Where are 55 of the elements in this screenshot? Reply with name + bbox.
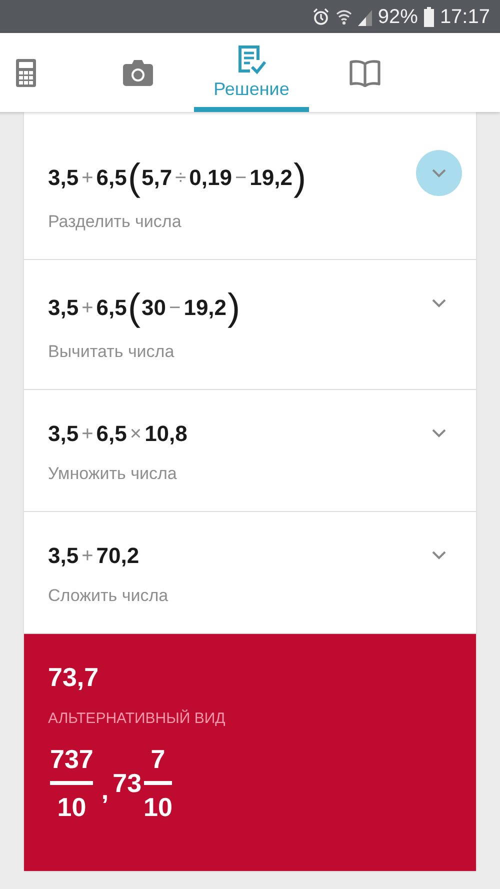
denominator: 10 — [144, 791, 172, 824]
number: 10,8 — [144, 421, 188, 447]
fraction-bar — [50, 781, 94, 785]
chevron-down-icon — [432, 428, 446, 438]
number: 30 — [142, 295, 166, 321]
math-operator: − — [169, 296, 181, 320]
math-operator: ÷ — [175, 166, 186, 190]
battery-percentage: 92% — [378, 6, 418, 28]
number: 3,5 — [48, 165, 79, 191]
parenthesis: ( — [128, 158, 141, 198]
chevron-down-icon — [432, 550, 446, 560]
step-description: Умножить числа — [48, 464, 178, 484]
math-operator: + — [82, 296, 94, 320]
number: 6,5 — [96, 421, 127, 447]
math-operator: − — [234, 166, 247, 190]
numerator: 7 — [150, 743, 166, 776]
number: 6,5 — [96, 295, 127, 321]
separator: , — [101, 774, 109, 806]
clock-time: 17:17 — [440, 6, 490, 28]
signal-icon — [358, 8, 372, 26]
parenthesis: ( — [128, 288, 141, 328]
calculator-icon — [16, 58, 36, 86]
alarm-icon — [312, 8, 330, 26]
number: 5,7 — [142, 165, 172, 191]
math-operator: + — [82, 422, 94, 446]
battery-icon — [424, 6, 434, 26]
wifi-icon — [336, 8, 352, 26]
number: 3,5 — [48, 421, 79, 447]
number: 6,5 — [96, 165, 127, 191]
book-icon — [349, 58, 381, 86]
math-operator: + — [82, 166, 94, 190]
camera-icon — [123, 60, 153, 86]
checklist-icon — [238, 45, 266, 75]
step-description: Сложить числа — [48, 586, 168, 606]
chevron-down-icon — [432, 298, 446, 308]
numerator: 737 — [50, 743, 94, 776]
math-operator: + — [82, 544, 94, 568]
fraction-bar — [144, 781, 172, 785]
number: 70,2 — [96, 543, 140, 569]
parenthesis: ) — [228, 288, 240, 328]
chevron-down-icon — [432, 168, 446, 178]
math-operator: × — [130, 422, 142, 446]
expand-button[interactable] — [416, 150, 462, 196]
number: 19,2 — [184, 295, 227, 321]
number: 3,5 — [48, 543, 79, 569]
section-label: АЛЬТЕРНАТИВНЫЙ ВИД — [48, 710, 226, 727]
number: 19,2 — [250, 165, 292, 191]
denominator: 10 — [57, 791, 86, 824]
whole-number: 73 — [112, 768, 142, 798]
number: 0,19 — [189, 165, 232, 191]
step-description: Вычитать числа — [48, 342, 176, 362]
parenthesis: ) — [293, 158, 306, 198]
step-description: Разделить числа — [48, 212, 182, 232]
number: 3,5 — [48, 295, 79, 321]
result-value: 73,7 — [48, 662, 100, 692]
